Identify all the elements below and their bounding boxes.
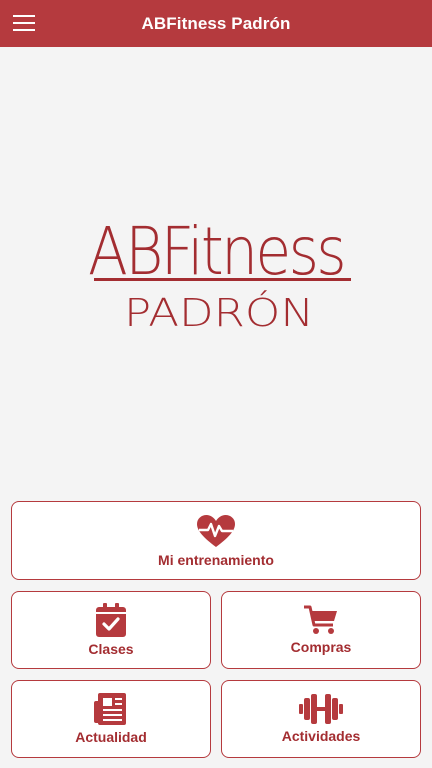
actividades-button[interactable]: Actividades: [221, 680, 421, 758]
actualidad-label: Actualidad: [75, 729, 147, 745]
mi-entrenamiento-label: Mi entrenamiento: [158, 551, 274, 568]
app-bar: ABFitness Padrón: [0, 0, 432, 47]
calendar-check-icon: [96, 603, 126, 637]
shopping-cart-icon: [304, 605, 337, 634]
app-title: ABFitness Padrón: [141, 13, 291, 33]
compras-label: Compras: [290, 639, 352, 655]
dumbbell-icon: [299, 694, 343, 724]
clases-label: Clases: [88, 641, 134, 657]
heart-pulse-icon: [197, 514, 235, 547]
brand-logo: ABFitness PADRÓN: [0, 47, 432, 497]
actualidad-button[interactable]: Actualidad: [11, 680, 211, 758]
actividades-label: Actividades: [281, 728, 361, 744]
compras-button[interactable]: Compras: [221, 591, 421, 669]
logo-underline: [94, 278, 351, 281]
logo-text-padron: PADRÓN: [124, 291, 314, 335]
clases-button[interactable]: Clases: [11, 591, 211, 669]
mi-entrenamiento-button[interactable]: Mi entrenamiento: [11, 501, 421, 580]
newspaper-icon: [94, 693, 126, 725]
hamburger-menu-icon[interactable]: [10, 11, 38, 35]
